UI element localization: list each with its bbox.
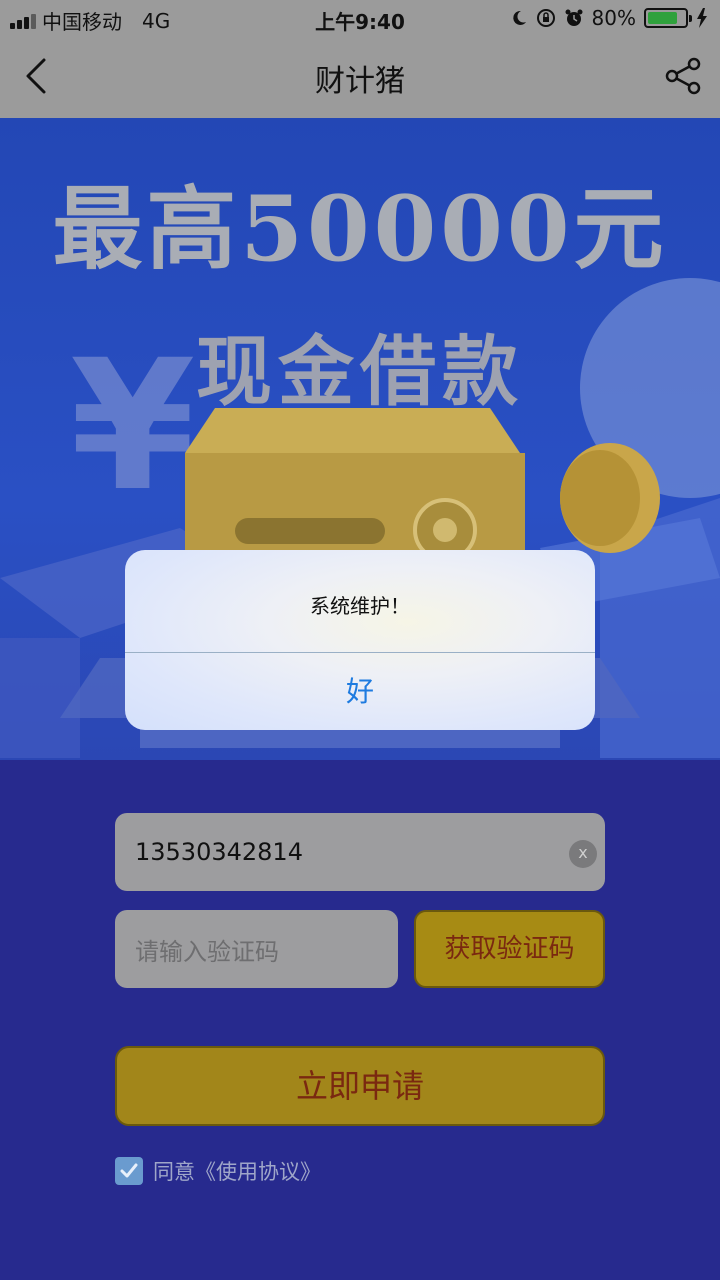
alert-message: 系统维护！ xyxy=(310,594,410,618)
alert-dialog: 系统维护！ 好 xyxy=(125,550,595,730)
alert-ok-button[interactable]: 好 xyxy=(125,653,595,730)
